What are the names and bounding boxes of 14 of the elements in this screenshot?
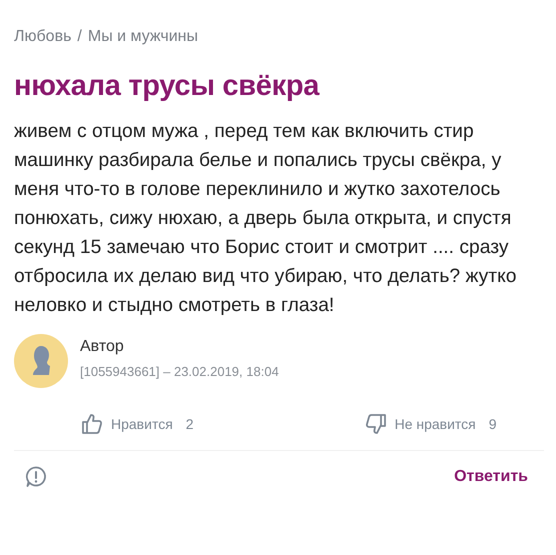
breadcrumb-link[interactable]: Мы и мужчины: [88, 28, 198, 46]
reaction-button[interactable]: Нравится 2: [80, 412, 194, 436]
breadcrumb-separator: /: [77, 28, 82, 46]
reply-button[interactable]: Ответить: [454, 468, 528, 486]
breadcrumb-link[interactable]: Любовь: [14, 28, 72, 46]
avatar-icon: [14, 334, 68, 388]
reaction-button[interactable]: Не нравится 9: [364, 412, 497, 436]
thumbs-up-icon: [80, 412, 104, 436]
post-title: нюхала трусы свёкра: [14, 70, 320, 103]
thumbs-down-icon: [364, 412, 388, 436]
report-icon[interactable]: [24, 465, 48, 489]
post-text: живем с отцом мужа , перед тем как включить стир машинку разбирала белье и попались трусы свёкра, у меня что-то в голове переклинило и жутко захотелось понюхать, сижу нюхаю, а дверь была открыта, и спустя секунд 15 замечаю что Борис стоит и смотрит .... сразу отбросила их делаю вид что убираю, что делать? жутко неловко и стыдно смотреть в глаза!: [14, 120, 518, 318]
author-name: Автор: [80, 338, 125, 356]
post-meta: [1055943661] – 23.02.2019, 18:04: [80, 364, 279, 379]
